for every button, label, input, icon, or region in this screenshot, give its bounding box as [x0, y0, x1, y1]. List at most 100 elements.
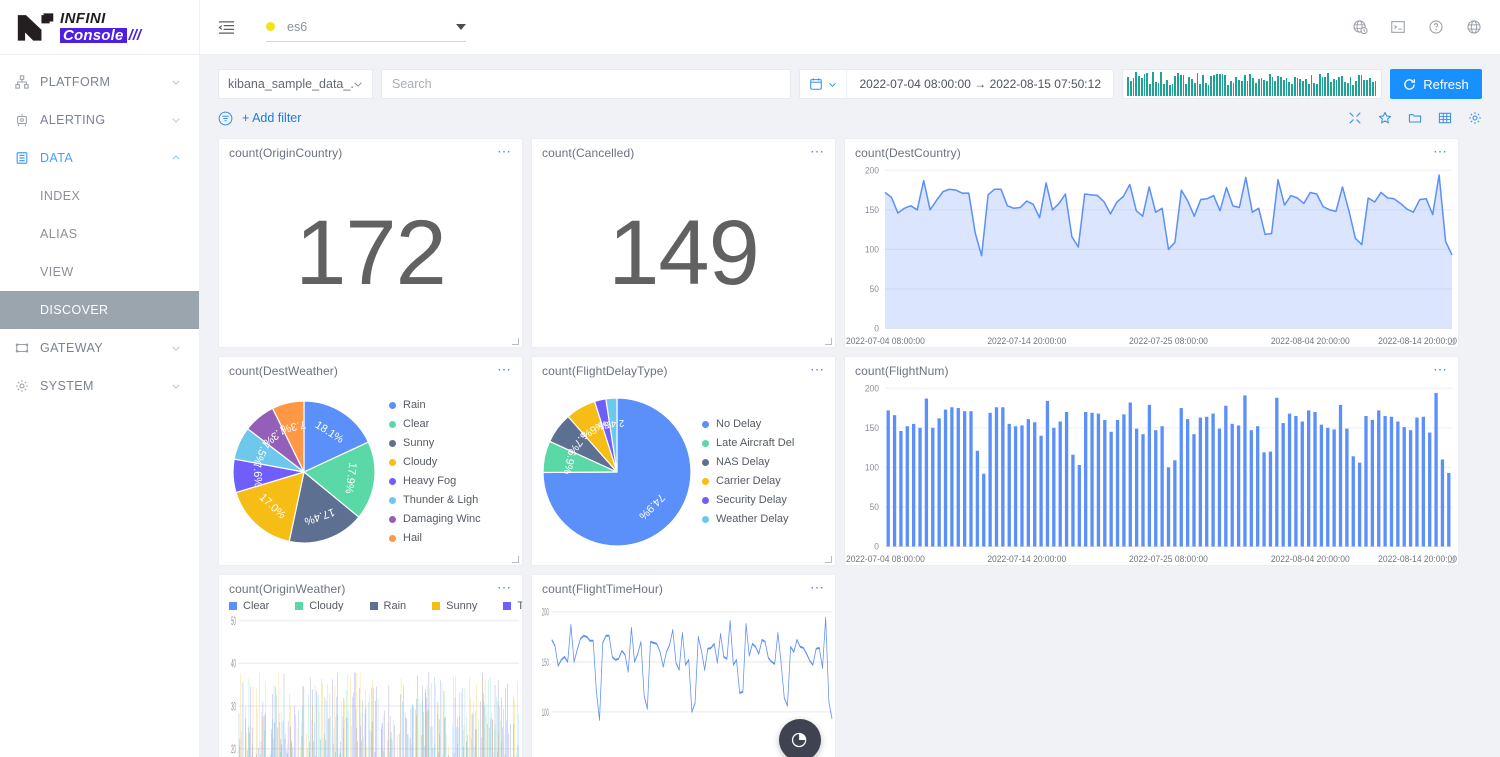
panel-dest-weather[interactable]: count(DestWeather) ⋯ 18.1% 17.9% 17.4% 17.0… [218, 356, 523, 566]
resize-handle[interactable] [825, 556, 832, 563]
legend-item[interactable]: Cloudy [295, 600, 344, 612]
sidebar-item-system[interactable]: SYSTEM [0, 367, 199, 405]
histogram-bar [1199, 84, 1202, 96]
add-filter-button[interactable]: + Add filter [218, 111, 301, 126]
histogram-bar [1305, 79, 1307, 96]
favorite-star-icon[interactable] [1378, 111, 1392, 125]
sidebar-item-alerting[interactable]: ALERTING [0, 101, 199, 139]
legend-item[interactable]: Clear [389, 415, 518, 434]
legend-item[interactable]: Hail [389, 529, 518, 548]
sidebar-item-alias[interactable]: ALIAS [0, 215, 199, 253]
histogram-bar [1341, 76, 1343, 96]
fullscreen-icon[interactable] [1348, 111, 1362, 125]
histogram-bar [1324, 77, 1327, 96]
histogram-bar [1285, 77, 1288, 96]
panel-flight-num[interactable]: count(FlightNum) ⋯ 0 50 100 150 200 2022-07-0… [844, 356, 1459, 566]
table-grid-icon[interactable] [1438, 111, 1452, 125]
legend-item[interactable]: Sunny [432, 600, 477, 612]
bar [1058, 421, 1062, 547]
legend-item[interactable]: Weather Delay [702, 510, 831, 529]
legend-item[interactable]: Sunny [389, 434, 518, 453]
histogram-bar [1138, 76, 1140, 96]
legend-item[interactable]: Carrier Delay [702, 472, 831, 491]
legend-item[interactable]: Damaging Winc [389, 510, 518, 529]
bar [1415, 417, 1419, 547]
panel-title: count(OriginWeather) [229, 582, 346, 596]
panel-title: count(FlightDelayType) [542, 364, 668, 378]
panel-menu-icon[interactable]: ⋯ [810, 144, 825, 158]
panel-menu-icon[interactable]: ⋯ [497, 362, 512, 376]
histogram-bar [1360, 75, 1363, 96]
panel-header: count(Cancelled) ⋯ [532, 139, 835, 160]
cluster-globe-icon[interactable] [1352, 19, 1368, 35]
console-terminal-icon[interactable] [1390, 19, 1406, 35]
panel-origin-country[interactable]: count(OriginCountry) ⋯ 172 [218, 138, 523, 348]
search-input[interactable] [381, 69, 792, 99]
panel-flight-delay-type[interactable]: count(FlightDelayType) ⋯ 74.9% 6.9% 6.7% 6.… [531, 356, 836, 566]
refresh-button[interactable]: Refresh [1390, 69, 1482, 99]
index-selector[interactable]: kibana_sample_data_... [218, 69, 373, 99]
panel-menu-icon[interactable]: ⋯ [810, 362, 825, 376]
settings-gear-icon[interactable] [1468, 111, 1482, 125]
chart-type-fab[interactable] [779, 719, 821, 757]
bar [931, 427, 935, 547]
panel-dest-country[interactable]: count(DestCountry) ⋯ 0 50 100 150 200 2022-07… [844, 138, 1459, 348]
bar [1281, 423, 1285, 547]
resize-handle[interactable] [1448, 556, 1455, 563]
bar [1256, 426, 1260, 547]
bar [1128, 402, 1132, 547]
legend-item[interactable]: Late Aircraft Del [702, 434, 831, 453]
sidebar-item-view[interactable]: VIEW [0, 253, 199, 291]
legend-item[interactable]: NAS Delay [702, 453, 831, 472]
legend-item[interactable]: Rain [369, 600, 406, 612]
pie-area: 18.1% 17.9% 17.4% 17.0% 7.6% 7.5% 7.3% 7.3% [219, 378, 389, 565]
panel-menu-icon[interactable]: ⋯ [497, 580, 512, 594]
panel-cancelled[interactable]: count(Cancelled) ⋯ 149 [531, 138, 836, 348]
bar [1396, 421, 1400, 547]
legend-item[interactable]: Cloudy [389, 453, 518, 472]
resize-handle[interactable] [512, 556, 519, 563]
resize-handle[interactable] [512, 338, 519, 345]
menu-collapse-icon[interactable] [214, 15, 238, 39]
resize-handle[interactable] [825, 338, 832, 345]
histogram-bar [1268, 74, 1271, 96]
app-logo[interactable]: INFINI Console /// [0, 0, 199, 55]
panel-menu-icon[interactable]: ⋯ [497, 144, 512, 158]
calendar-icon[interactable] [800, 70, 848, 98]
sidebar-item-data[interactable]: DATA [0, 139, 199, 177]
bar [1166, 467, 1171, 547]
legend-item[interactable]: Thunder & Ligh [389, 491, 518, 510]
time-histogram[interactable] [1122, 69, 1382, 99]
legend-item[interactable]: Security Delay [702, 491, 831, 510]
cluster-selector[interactable]: es6 [266, 12, 466, 42]
sidebar-item-index[interactable]: INDEX [0, 177, 199, 215]
bar [1326, 427, 1330, 547]
panel-menu-icon[interactable]: ⋯ [810, 580, 825, 594]
histogram-bar [1182, 75, 1185, 96]
bar [1236, 425, 1241, 547]
histogram-bar [1193, 82, 1196, 96]
legend-item[interactable]: Rain [389, 396, 518, 415]
bar [1103, 419, 1107, 547]
panel-menu-icon[interactable]: ⋯ [1433, 362, 1448, 376]
time-range-picker[interactable]: 2022-07-04 08:00:00 → 2022-08-15 07:50:1… [799, 69, 1114, 99]
sidebar-item-discover[interactable]: DISCOVER [0, 291, 199, 329]
open-folder-icon[interactable] [1408, 111, 1422, 125]
panel-origin-weather[interactable]: count(OriginWeather) ⋯ Clear Cloudy Rain Su… [218, 574, 523, 757]
panel-menu-icon[interactable]: ⋯ [1433, 144, 1448, 158]
y-axis-tick: 200 [542, 605, 549, 618]
resize-handle[interactable] [1448, 338, 1455, 345]
histogram-bar [1204, 83, 1207, 96]
legend-label: Clear [403, 418, 430, 430]
sidebar-item-gateway[interactable]: GATEWAY [0, 329, 199, 367]
language-globe-icon[interactable] [1466, 19, 1482, 35]
legend-item[interactable]: Thunder & Lightning [503, 600, 522, 612]
legend-item[interactable]: Heavy Fog [389, 472, 518, 491]
legend-item[interactable]: Clear [229, 600, 269, 612]
chevron-down-icon [172, 346, 180, 351]
legend-item[interactable]: No Delay [702, 415, 831, 434]
help-circle-icon[interactable] [1428, 19, 1444, 35]
panel-flight-time-hour[interactable]: count(FlightTimeHour) ⋯ 50100150200 [531, 574, 836, 757]
bar [1007, 423, 1011, 547]
sidebar-item-platform[interactable]: PLATFORM [0, 63, 199, 101]
